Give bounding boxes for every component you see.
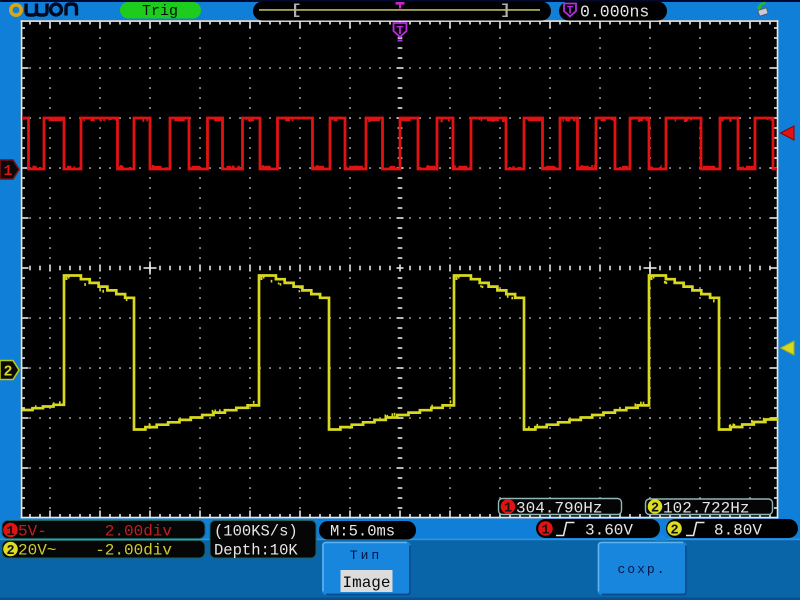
svg-text:0.000ns: 0.000ns bbox=[580, 3, 649, 22]
svg-text:1: 1 bbox=[504, 501, 512, 516]
svg-text:20V~: 20V~ bbox=[18, 542, 56, 560]
svg-text:Trig: Trig bbox=[142, 3, 178, 20]
svg-text:сохр.: сохр. bbox=[617, 562, 666, 577]
svg-text:1: 1 bbox=[3, 163, 12, 180]
svg-text:8.80V: 8.80V bbox=[714, 522, 762, 540]
svg-text:T: T bbox=[396, 24, 403, 38]
svg-text:102.722Hz: 102.722Hz bbox=[663, 500, 749, 518]
svg-text:(100KS/s): (100KS/s) bbox=[214, 523, 298, 541]
svg-text:304.790Hz: 304.790Hz bbox=[516, 500, 602, 518]
svg-text:1: 1 bbox=[541, 523, 549, 538]
svg-text:2.00div: 2.00div bbox=[105, 523, 173, 541]
svg-text:-2.00div: -2.00div bbox=[95, 542, 172, 560]
svg-text:2: 2 bbox=[651, 501, 659, 516]
svg-text:Image: Image bbox=[342, 574, 390, 592]
svg-text:3.60V: 3.60V bbox=[585, 522, 633, 540]
svg-text:T: T bbox=[567, 6, 574, 18]
svg-text:Depth:10K: Depth:10K bbox=[214, 542, 298, 560]
svg-text:5V-: 5V- bbox=[18, 523, 47, 541]
svg-text:2: 2 bbox=[6, 544, 14, 559]
svg-text:M:5.0ms: M:5.0ms bbox=[330, 523, 395, 541]
svg-text:Тип: Тип bbox=[350, 548, 382, 563]
svg-text:2: 2 bbox=[3, 364, 12, 381]
svg-text:2: 2 bbox=[670, 523, 678, 538]
svg-text:1: 1 bbox=[6, 525, 14, 540]
